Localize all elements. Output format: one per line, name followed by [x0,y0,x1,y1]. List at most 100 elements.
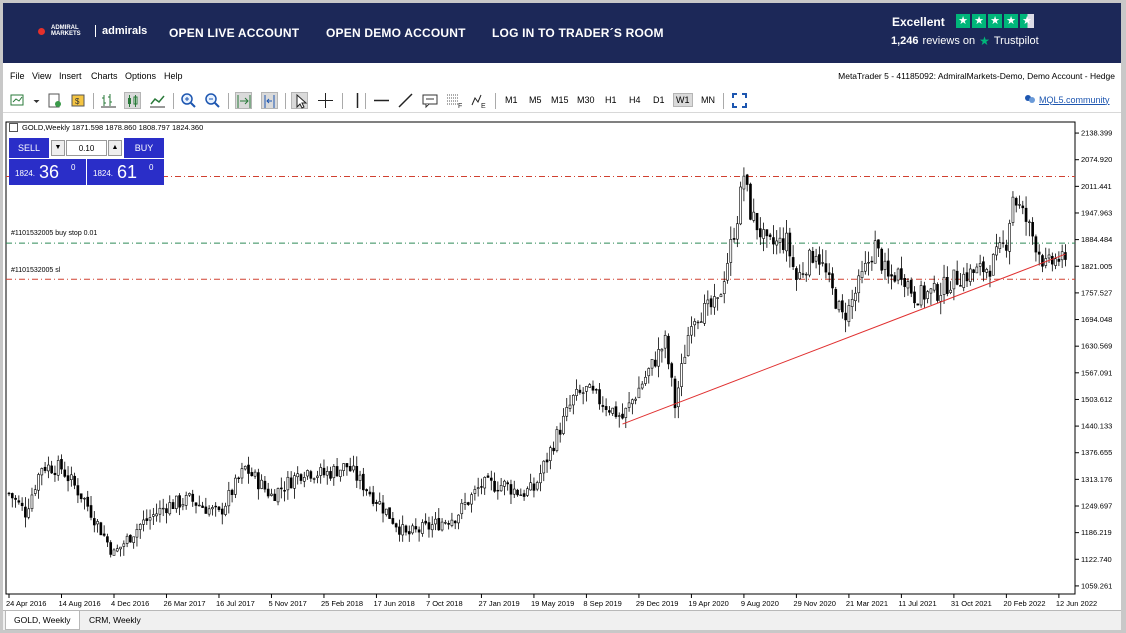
timeframe-m15[interactable]: M15 [549,94,571,106]
admirals-logo[interactable]: ADMIRAL MARKETS admirals [38,25,147,37]
new-chart-icon[interactable] [10,92,27,109]
candle-body [286,476,290,491]
volume-increase-button[interactable]: ▲ [108,140,122,156]
candle-body [384,508,388,515]
menu-help[interactable]: Help [164,71,183,81]
candle-body [299,474,303,481]
candle-body [115,548,119,552]
candle-body [483,477,487,489]
new-document-icon[interactable] [46,92,63,109]
tab-gold-weekly[interactable]: GOLD, Weekly [5,611,80,630]
cursor-icon[interactable] [291,92,308,109]
candle-body [657,349,660,367]
x-tick-label: 17 Jun 2018 [373,599,414,608]
menu-charts[interactable]: Charts [91,71,118,81]
candle-body [585,386,588,392]
buy-price-pip: 0 [149,163,154,172]
zoom-in-icon[interactable] [180,92,197,109]
timeframe-h1[interactable]: H1 [603,94,619,106]
candle-body [798,272,802,280]
candle-body [749,183,752,220]
fullscreen-icon[interactable] [731,92,748,109]
candle-body [791,257,795,267]
candle-body [56,460,60,476]
sell-price-main: 36 [39,162,60,182]
timeframe-m1[interactable]: M1 [503,94,520,106]
x-tick-label: 14 Aug 2016 [58,599,100,608]
candlestick-chart-icon[interactable] [124,92,141,109]
candle-body [1014,198,1018,206]
chart-area[interactable]: 2138.399 2074.920 2011.441 1947.963 1884.484… [3,116,1121,610]
candle-body [421,522,424,534]
candle-body [197,504,201,507]
menu-view[interactable]: View [32,71,51,81]
dropdown-arrow-icon[interactable] [28,92,40,109]
timeframe-m5[interactable]: M5 [527,94,544,106]
sell-button[interactable]: SELL [9,138,49,158]
candle-body [693,321,697,326]
sell-price-display[interactable]: 1824. 36 0 [9,159,86,185]
traders-room-login-link[interactable]: LOG IN TO TRADER´S ROOM [492,26,664,40]
open-demo-account-link[interactable]: OPEN DEMO ACCOUNT [326,26,466,40]
bar-chart-icon[interactable] [100,92,117,109]
line-chart-icon[interactable] [149,92,166,109]
candle-body [424,520,427,524]
text-label-icon[interactable] [422,92,439,109]
vertical-line-icon[interactable] [349,92,366,109]
timeframe-mn[interactable]: MN [699,94,717,106]
candle-body [125,535,129,544]
timeframe-w1[interactable]: W1 [673,93,693,107]
candle-body [703,303,706,324]
candle-body [293,475,296,489]
market-watch-icon[interactable]: $ [70,92,87,109]
timeframe-h4[interactable]: H4 [627,94,643,106]
fibonacci-icon[interactable]: F [446,92,463,109]
candle-body [73,475,76,486]
y-tick-label: 1503.612 [1081,395,1112,404]
timeframe-m30[interactable]: M30 [575,94,597,106]
candle-body [188,493,191,496]
candle-body [106,536,109,543]
x-tick-label: 11 Jul 2021 [898,599,936,608]
candle-body [529,482,532,491]
candle-body [309,471,313,479]
buy-price-display[interactable]: 1824. 61 0 [87,159,164,185]
buy-button[interactable]: BUY [124,138,164,158]
candle-body [417,529,421,533]
chart-shift-icon[interactable] [261,92,278,109]
menu-insert[interactable]: Insert [59,71,82,81]
open-live-account-link[interactable]: OPEN LIVE ACCOUNT [169,26,299,40]
elliott-wave-icon[interactable]: E [471,92,488,109]
trustpilot-reviews[interactable]: 1,246 reviews on ★ Trustpilot [891,34,1039,48]
trend-line-icon[interactable] [397,92,414,109]
menu-file[interactable]: File [10,71,25,81]
horizontal-line-icon[interactable] [373,92,390,109]
logo-separator [95,25,96,37]
candle-body [549,447,552,461]
crosshair-icon[interactable] [317,92,334,109]
menu-options[interactable]: Options [125,71,156,81]
mql5-community-link[interactable]: MQL5.community [1024,94,1110,105]
candle-body [43,466,47,471]
price-chart[interactable]: 2138.399 2074.920 2011.441 1947.963 1884.484… [3,116,1121,610]
symbol-info: GOLD,Weekly 1871.598 1878.860 1808.797 1… [9,123,203,132]
y-tick-label: 1630.569 [1081,342,1112,351]
buy-stop-order-label[interactable]: #1101532005 buy stop 0.01 [11,230,97,237]
candle-body [86,496,90,507]
candle-body [263,480,267,490]
candle-body [33,489,37,494]
candle-body [122,543,126,547]
volume-input[interactable] [66,140,107,156]
zoom-out-icon[interactable] [204,92,221,109]
candle-body [617,415,621,417]
tab-crm-weekly[interactable]: CRM, Weekly [81,611,149,630]
candle-body [975,266,979,274]
candle-body [923,285,926,300]
stop-loss-label[interactable]: #1101532005 sl [11,267,60,274]
volume-decrease-button[interactable]: ▼ [51,140,65,156]
candle-body [604,406,608,410]
candle-body [411,525,414,534]
timeframe-d1[interactable]: D1 [651,94,667,106]
auto-scroll-icon[interactable] [235,92,252,109]
buy-price-prefix: 1824. [93,169,114,178]
